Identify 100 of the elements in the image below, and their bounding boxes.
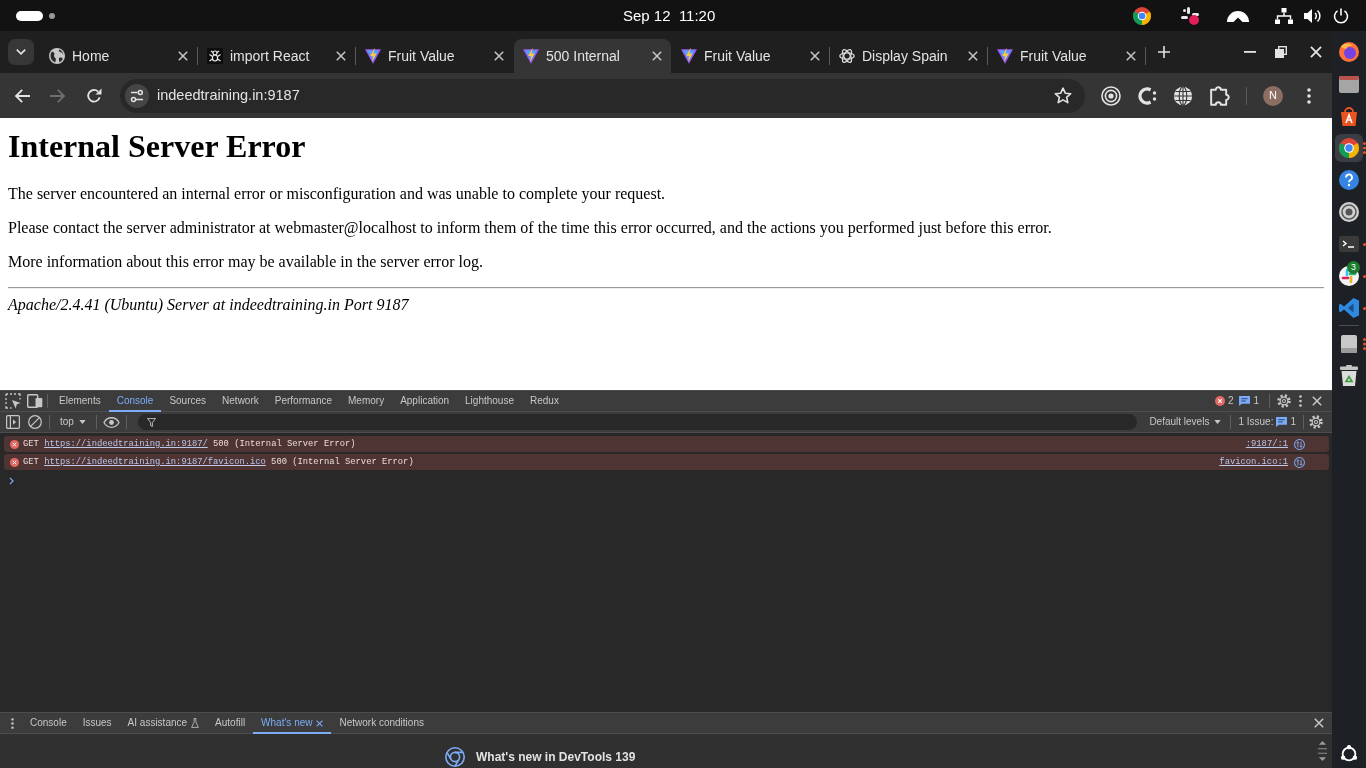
context-dropdown[interactable]: top <box>56 416 90 428</box>
c-colon-icon[interactable] <box>1138 85 1158 106</box>
devtools-tab[interactable]: Memory <box>340 390 393 412</box>
menu-icon[interactable] <box>1299 395 1302 407</box>
error-counter[interactable]: 2 <box>1211 395 1237 407</box>
menu-icon[interactable] <box>1307 87 1311 104</box>
devtools-tab[interactable]: Lighthouse <box>457 390 522 412</box>
drawer-tab[interactable]: Console <box>22 712 75 734</box>
log-levels-dropdown[interactable]: Default levels <box>1145 416 1226 428</box>
volume-icon[interactable] <box>1304 7 1322 24</box>
pinwheel-icon[interactable] <box>1181 6 1199 25</box>
request-url-link[interactable]: https://indeedtraining.in:9187/ <box>44 438 208 449</box>
target-icon[interactable] <box>1101 85 1121 106</box>
devtools-tab[interactable]: Application <box>392 390 458 412</box>
close-icon[interactable] <box>336 51 346 61</box>
browser-app-icon[interactable] <box>1133 6 1151 25</box>
disc-icon[interactable] <box>1338 201 1360 223</box>
globe-icon[interactable] <box>1173 85 1193 106</box>
restore-icon[interactable] <box>1275 46 1287 58</box>
drawer-tab[interactable]: What's new <box>253 712 332 734</box>
dome-icon[interactable] <box>1227 9 1249 22</box>
sidebar-icon[interactable] <box>6 415 20 429</box>
network-request-icon[interactable] <box>1294 438 1305 450</box>
page-paragraph: Please contact the server administrator at webmaster@localhost to inform them of the time this error occurred, and the actions you performed just before this error. <box>8 219 1053 237</box>
browser-tab[interactable]: Display Spain <box>830 39 987 73</box>
error-icon <box>10 439 19 449</box>
devtools-tab[interactable]: Performance <box>266 390 340 412</box>
puzzle-icon[interactable] <box>1210 85 1230 106</box>
filter-field[interactable] <box>137 414 1138 430</box>
source-link[interactable]: favicon.ico:1 <box>1219 456 1288 468</box>
drawer-tab[interactable]: Autofill <box>207 712 254 734</box>
devtools-tab[interactable]: Network <box>214 390 267 412</box>
network-icon[interactable] <box>1275 7 1293 24</box>
shopping-bag-icon[interactable] <box>1338 105 1360 127</box>
drive-icon[interactable] <box>1338 333 1360 355</box>
star-icon[interactable] <box>1054 86 1072 105</box>
code-editor-icon[interactable] <box>1338 297 1360 319</box>
lightning-triangle-icon <box>365 48 381 64</box>
profile-avatar[interactable]: N <box>1263 85 1283 106</box>
scroll-buttons-icon[interactable] <box>1318 740 1327 762</box>
new-tab-icon[interactable] <box>1158 46 1170 58</box>
bug-icon <box>207 48 223 64</box>
sliders-icon[interactable] <box>125 83 149 108</box>
close-icon[interactable] <box>178 51 188 61</box>
reload-icon[interactable] <box>86 87 102 104</box>
workspace-indicator-icon[interactable] <box>16 10 55 21</box>
request-url-link[interactable]: https://indeedtraining.in:9187/favicon.ico <box>44 456 266 467</box>
console-message-text: GET https://indeedtraining.in:9187/favicon.ico 500 (Internal Server Error) <box>23 456 414 468</box>
settings-icon[interactable] <box>1309 415 1323 429</box>
lightning-triangle-icon <box>997 48 1013 64</box>
browser-tab[interactable]: Home <box>40 39 197 73</box>
flask-icon <box>191 718 200 728</box>
browser-app-icon[interactable] <box>1338 41 1360 63</box>
source-link[interactable]: :9187/:1 <box>1245 438 1288 450</box>
drawer-tab[interactable]: Network conditions <box>331 712 432 734</box>
devtools-tab[interactable]: Console <box>108 390 162 412</box>
address-bar[interactable]: indeedtraining.in:9187 <box>120 78 1085 113</box>
devtools-tab[interactable]: Redux <box>522 390 567 412</box>
help-icon[interactable] <box>1338 169 1360 191</box>
close-icon[interactable] <box>1126 51 1136 61</box>
server-signature: Apache/2.4.41 (Ubuntu) Server at indeedtraining.in Port 9187 <box>8 296 410 314</box>
terminal-icon[interactable] <box>1338 233 1360 255</box>
browser-app-icon[interactable] <box>1335 134 1363 162</box>
back-icon[interactable] <box>14 87 30 104</box>
inspect-icon[interactable] <box>5 393 21 409</box>
clock-text[interactable]: Sep 12 11:20 <box>623 6 716 25</box>
settings-icon[interactable] <box>1277 394 1291 408</box>
trash-can-icon[interactable] <box>1338 365 1360 387</box>
filter-icon <box>146 417 156 427</box>
issues-button[interactable]: 1 Issue: 1 <box>1236 416 1298 428</box>
page-heading: Internal Server Error <box>8 128 307 165</box>
message-counter[interactable]: 1 <box>1236 395 1262 407</box>
browser-tab[interactable]: Fruit Value <box>356 39 513 73</box>
globe-icon <box>49 48 65 64</box>
device-icon[interactable] <box>27 394 43 408</box>
browser-tab[interactable]: Fruit Value <box>988 39 1145 73</box>
close-icon[interactable] <box>968 51 978 61</box>
menu-icon[interactable] <box>11 717 14 729</box>
page-paragraph: The server encountered an internal error or misconfiguration and was unable to complete your request. <box>8 185 667 203</box>
caret-icon <box>1214 420 1222 424</box>
eye-icon[interactable] <box>102 416 120 428</box>
drawer-tab[interactable]: Issues <box>74 712 120 734</box>
ring-dots-icon[interactable] <box>1339 744 1359 764</box>
drawer-tab[interactable]: AI assistance <box>119 712 208 734</box>
tab-search-button[interactable] <box>8 39 34 65</box>
browser-tab[interactable]: import React <box>198 39 355 73</box>
power-icon[interactable] <box>1333 7 1349 24</box>
close-icon[interactable] <box>1312 396 1322 406</box>
browser-tab[interactable]: Fruit Value <box>672 39 829 73</box>
devtools-tab[interactable]: Sources <box>161 390 215 412</box>
close-icon[interactable] <box>652 51 662 61</box>
close-icon[interactable] <box>810 51 820 61</box>
close-icon[interactable] <box>494 51 504 61</box>
browser-tab[interactable]: 500 Internal <box>514 39 671 73</box>
devtools-tab[interactable]: Elements <box>51 390 109 412</box>
network-request-icon[interactable] <box>1294 456 1305 468</box>
close-icon[interactable] <box>1314 718 1324 728</box>
folder-icon[interactable] <box>1338 73 1360 95</box>
clear-console-icon[interactable] <box>28 415 42 429</box>
prompt-chevron-icon <box>9 477 14 485</box>
